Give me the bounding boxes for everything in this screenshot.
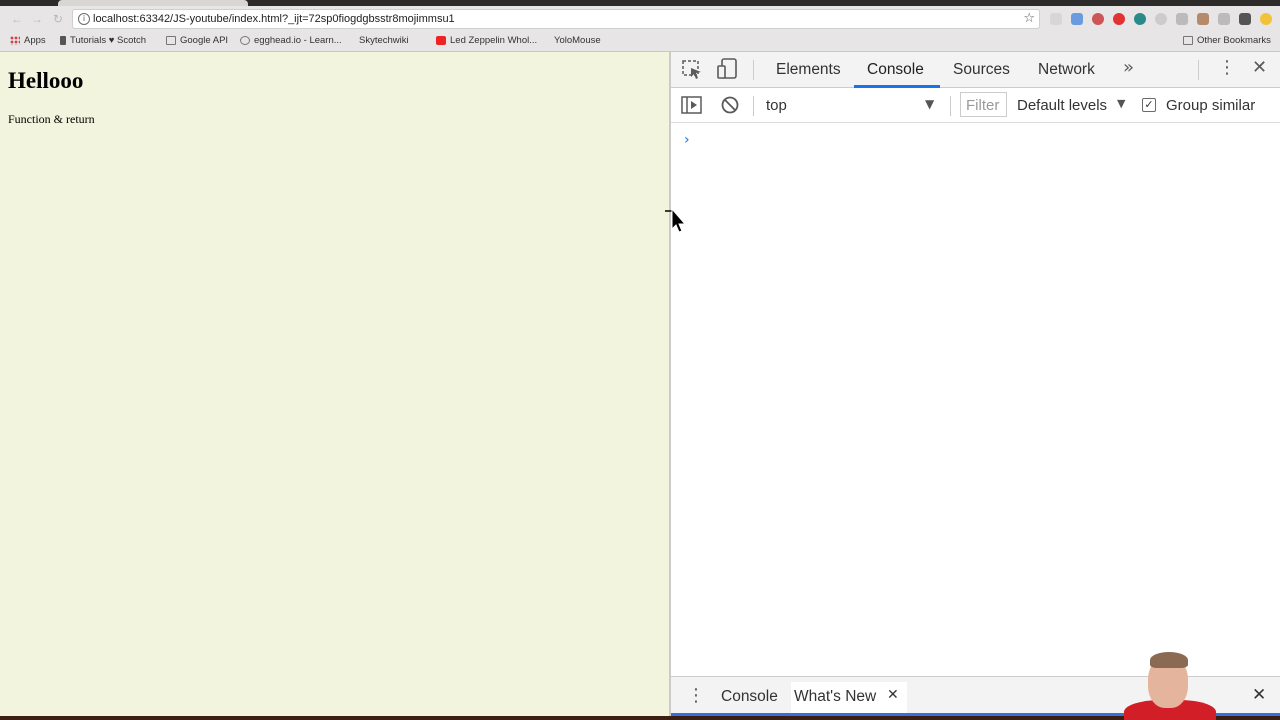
console-prompt-icon[interactable]: ›	[684, 132, 690, 148]
extension-icon[interactable]	[1197, 13, 1209, 25]
other-bookmarks[interactable]: Other Bookmarks	[1183, 35, 1271, 46]
extension-icon[interactable]	[1050, 13, 1062, 25]
extension-icon[interactable]	[1218, 13, 1230, 25]
device-toolbar-icon[interactable]	[717, 58, 739, 80]
window-bottom-edge	[0, 716, 1280, 720]
bookmark-egghead[interactable]: egghead.io - Learn...	[240, 35, 342, 46]
devtools-panel: Elements Console Sources Network » ⋮ ✕ t…	[671, 52, 1280, 717]
scotch-icon	[60, 36, 66, 45]
webcam-overlay	[1120, 650, 1220, 720]
clear-console-icon[interactable]	[721, 96, 739, 114]
back-icon[interactable]: ←	[10, 12, 24, 26]
egghead-icon	[240, 36, 250, 45]
extension-icon[interactable]	[1260, 13, 1272, 25]
bookmark-skytechwiki[interactable]: Skytechwiki	[359, 35, 409, 97]
presenter-hair	[1150, 652, 1188, 668]
execution-context-select[interactable]: top	[766, 97, 787, 114]
group-similar-checkbox[interactable]: ✓	[1142, 98, 1156, 112]
tab-network[interactable]: Network	[1038, 61, 1095, 79]
toolbar-divider	[950, 96, 951, 116]
close-devtools-icon[interactable]: ✕	[1252, 57, 1267, 78]
log-levels-select[interactable]: Default levels	[1017, 97, 1107, 114]
page-paragraph: Function & return	[8, 112, 95, 126]
tab-sources[interactable]: Sources	[953, 61, 1010, 79]
extension-icon[interactable]	[1134, 13, 1146, 25]
group-similar-label: Group similar	[1166, 97, 1256, 114]
apps-grid-icon	[10, 36, 20, 45]
info-icon[interactable]: i	[78, 13, 90, 25]
toolbar-divider	[753, 96, 754, 116]
devtools-tabbar: Elements Console Sources Network » ⋮ ✕	[671, 52, 1280, 88]
dropdown-arrow-icon[interactable]: ▼	[1117, 97, 1125, 110]
extension-icon[interactable]	[1155, 13, 1167, 25]
extension-icon[interactable]	[1239, 13, 1251, 25]
inspect-element-icon[interactable]	[682, 60, 704, 80]
folder-icon	[166, 36, 176, 45]
extension-icon[interactable]	[1113, 13, 1125, 25]
drawer-menu-icon[interactable]: ⋮	[687, 685, 705, 706]
youtube-icon	[436, 36, 446, 45]
extension-icon[interactable]	[1092, 13, 1104, 25]
filter-input[interactable]: Filter	[960, 92, 1007, 117]
forward-icon[interactable]: →	[30, 12, 44, 26]
address-bar[interactable]: i localhost:63342/JS-youtube/index.html?…	[72, 9, 1040, 29]
extension-icon[interactable]	[1176, 13, 1188, 25]
drawer-tab-whats-new[interactable]: What's New	[794, 688, 876, 706]
screen: ← → ↻ i localhost:63342/JS-youtube/index…	[0, 0, 1280, 720]
drawer-tab-console[interactable]: Console	[721, 688, 778, 706]
bookmark-apps[interactable]: Apps	[10, 35, 46, 46]
close-drawer-icon[interactable]: ✕	[1252, 685, 1266, 705]
toolbar-divider	[1198, 60, 1199, 80]
bookmark-yolomouse[interactable]: YoloMouse	[554, 35, 601, 97]
console-toolbar: top ▼ Filter Default levels ▼ ✓ Group si…	[671, 88, 1280, 123]
kebab-menu-icon[interactable]: ⋮	[1218, 57, 1236, 78]
show-sidebar-icon[interactable]	[681, 96, 703, 114]
dropdown-arrow-icon[interactable]: ▼	[925, 97, 934, 111]
bookmark-google-api[interactable]: Google API	[166, 35, 228, 46]
bookmark-star-icon[interactable]: ☆	[1023, 11, 1035, 26]
url-text[interactable]: localhost:63342/JS-youtube/index.html?_i…	[93, 13, 455, 25]
more-tabs-icon[interactable]: »	[1123, 57, 1134, 78]
bookmarks-bar: Apps Tutorials ♥ Scotch Google API egghe…	[0, 32, 1280, 97]
tab-elements[interactable]: Elements	[776, 61, 841, 79]
browser-toolbar: ← → ↻ i localhost:63342/JS-youtube/index…	[0, 6, 1280, 32]
tab-console[interactable]: Console	[867, 61, 924, 79]
toolbar-divider	[753, 60, 754, 80]
page-viewport: Hellooo Function & return	[0, 52, 669, 716]
bookmark-scotch[interactable]: Tutorials ♥ Scotch	[60, 35, 146, 46]
bookmark-led-zeppelin[interactable]: Led Zeppelin Whol...	[436, 35, 537, 46]
page-heading: Hellooo	[8, 68, 84, 93]
folder-icon	[1183, 36, 1193, 45]
close-tab-icon[interactable]: ✕	[887, 687, 899, 703]
reload-icon[interactable]: ↻	[51, 12, 65, 26]
mouse-cursor-icon	[665, 207, 687, 233]
extension-icon[interactable]	[1071, 13, 1083, 25]
